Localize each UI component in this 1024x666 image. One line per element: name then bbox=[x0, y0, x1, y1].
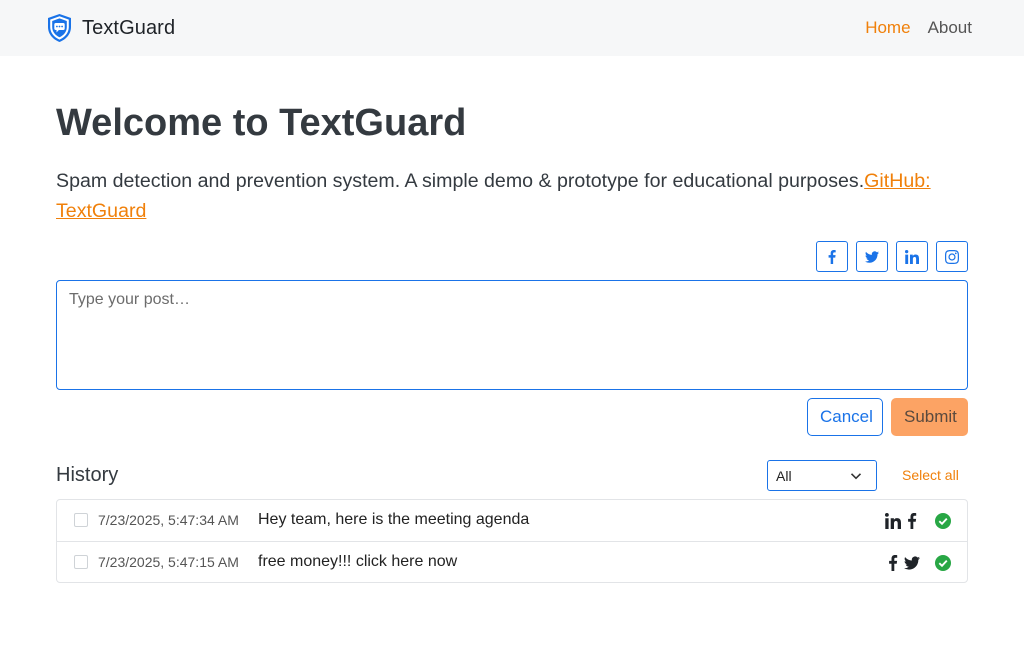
twitter-icon bbox=[904, 556, 920, 570]
facebook-icon bbox=[828, 249, 836, 264]
linkedin-icon bbox=[905, 249, 919, 264]
nav-links: Home About bbox=[865, 18, 972, 38]
row-message: Hey team, here is the meeting agenda bbox=[258, 511, 530, 528]
row-checkbox[interactable] bbox=[74, 555, 88, 569]
instagram-icon bbox=[945, 249, 959, 264]
select-all-link[interactable]: Select all bbox=[902, 467, 959, 483]
row-checkbox[interactable] bbox=[74, 513, 88, 527]
history-list: 7/23/2025, 5:47:34 AM Hey team, here is … bbox=[56, 499, 968, 583]
post-input[interactable] bbox=[56, 280, 968, 390]
twitter-toggle[interactable] bbox=[856, 241, 888, 272]
social-network-toggles bbox=[816, 241, 968, 272]
check-circle-icon bbox=[935, 513, 951, 529]
chevron-down-icon bbox=[850, 473, 862, 480]
submit-button[interactable]: Submit bbox=[891, 398, 968, 436]
nav-about-link[interactable]: About bbox=[928, 18, 972, 38]
shield-chat-icon bbox=[48, 14, 71, 42]
cancel-button[interactable]: Cancel bbox=[807, 398, 883, 436]
history-row: 7/23/2025, 5:47:34 AM Hey team, here is … bbox=[57, 500, 967, 541]
history-row: 7/23/2025, 5:47:15 AM free money!!! clic… bbox=[57, 541, 967, 582]
history-title: History bbox=[56, 464, 119, 486]
twitter-icon bbox=[865, 250, 879, 263]
row-message: free money!!! click here now bbox=[258, 553, 458, 570]
row-timestamp: 7/23/2025, 5:47:34 AM bbox=[98, 512, 239, 528]
filter-selected-value: All bbox=[776, 467, 792, 484]
row-timestamp: 7/23/2025, 5:47:15 AM bbox=[98, 554, 239, 570]
check-circle-icon bbox=[935, 555, 951, 571]
brand[interactable]: TextGuard bbox=[46, 13, 175, 43]
page-title: Welcome to TextGuard bbox=[56, 102, 467, 144]
navbar: TextGuard Home About bbox=[0, 0, 1024, 56]
instagram-toggle[interactable] bbox=[936, 241, 968, 272]
page-description: Spam detection and prevention system. A … bbox=[56, 166, 936, 226]
facebook-icon bbox=[908, 513, 917, 529]
row-icons bbox=[885, 555, 951, 571]
facebook-toggle[interactable] bbox=[816, 241, 848, 272]
description-text: Spam detection and prevention system. A … bbox=[56, 170, 865, 192]
row-icons bbox=[885, 513, 951, 529]
brand-name: TextGuard bbox=[82, 16, 176, 39]
nav-home-link[interactable]: Home bbox=[865, 18, 910, 38]
linkedin-icon bbox=[885, 513, 901, 529]
composer-actions: Cancel Submit bbox=[807, 398, 968, 436]
linkedin-toggle[interactable] bbox=[896, 241, 928, 272]
facebook-icon bbox=[889, 555, 898, 571]
history-filter-select[interactable]: All bbox=[767, 460, 877, 491]
